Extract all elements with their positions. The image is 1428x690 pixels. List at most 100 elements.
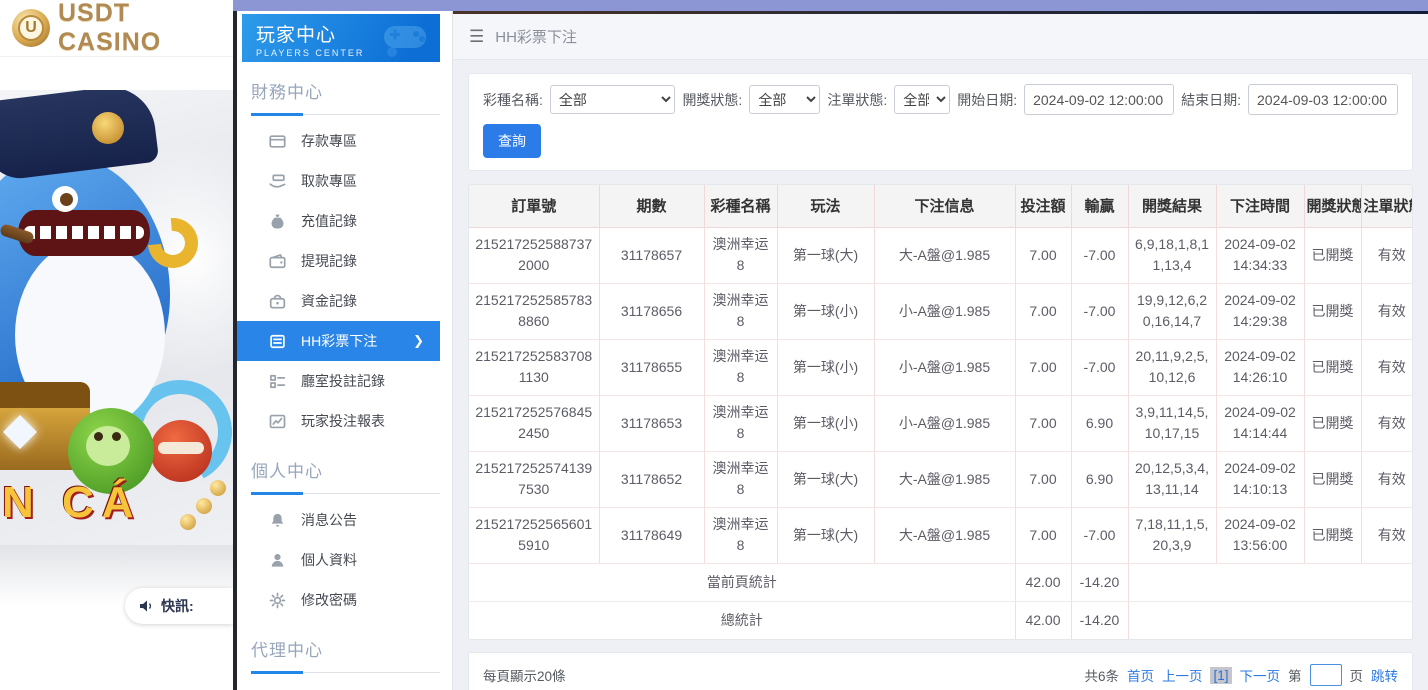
table-cell: 2152172525887372000 xyxy=(469,227,599,283)
report-chart-icon xyxy=(269,413,286,430)
ticker-label: 快訊: xyxy=(161,596,194,616)
sidebar-item-修改密碼[interactable]: 修改密碼 xyxy=(237,580,440,620)
sidebar-item-提現記錄[interactable]: 提現記錄 xyxy=(237,241,440,281)
sidebar-header: 玩家中心 PLAYERS CENTER xyxy=(242,14,440,62)
sidebar-item-label: 廳室投註記錄 xyxy=(301,371,385,391)
column-header: 訂單號 xyxy=(469,185,599,227)
column-header: 投注額 xyxy=(1015,185,1071,227)
table-header-row: 訂單號期數彩種名稱玩法下注信息投注額輸贏開獎結果下注時間開獎狀態注單狀態 xyxy=(469,185,1413,227)
prev-page-link[interactable]: 上一页 xyxy=(1162,665,1203,685)
table-cell: 6.90 xyxy=(1071,451,1128,507)
table-cell: 7.00 xyxy=(1015,395,1071,451)
jump-button[interactable]: 跳转 xyxy=(1371,665,1398,685)
sidebar-item-存款專區[interactable]: 存款專區 xyxy=(237,121,440,161)
table-cell: 有效 xyxy=(1361,395,1413,451)
table-cell: 澳洲幸运8 xyxy=(704,507,777,563)
table-cell: 2024-09-02 14:34:33 xyxy=(1216,227,1304,283)
table-cell: 已開獎 xyxy=(1304,395,1361,451)
column-header: 下注信息 xyxy=(874,185,1015,227)
bell-icon xyxy=(269,512,286,529)
table-cell: -7.00 xyxy=(1071,339,1128,395)
table-row: 215217252574139753031178652澳洲幸运8第一球(大)大-… xyxy=(469,451,1413,507)
sidebar-item-資金記錄[interactable]: 資金記錄 xyxy=(237,281,440,321)
samurai-band xyxy=(158,442,204,454)
table-cell: 6.90 xyxy=(1071,395,1128,451)
table-cell: 31178656 xyxy=(599,283,704,339)
table-cell: -7.00 xyxy=(1071,507,1128,563)
table-cell: 2024-09-02 13:56:00 xyxy=(1216,507,1304,563)
search-button[interactable]: 查詢 xyxy=(483,124,541,158)
start-date-label: 開始日期: xyxy=(957,90,1017,110)
table-cell: 澳洲幸运8 xyxy=(704,283,777,339)
start-date-input[interactable] xyxy=(1024,84,1174,115)
table-cell: 2152172525837081130 xyxy=(469,339,599,395)
gear-icon xyxy=(269,592,286,609)
lottery-name-select[interactable]: 全部 xyxy=(550,85,676,114)
table-cell: 20,12,5,3,4,13,11,14 xyxy=(1128,451,1216,507)
sidebar-item-取款專區[interactable]: 取款專區 xyxy=(237,161,440,201)
column-header: 輸贏 xyxy=(1071,185,1128,227)
table-cell: 2152172525656015910 xyxy=(469,507,599,563)
promo-image: N CÁ xyxy=(0,90,233,545)
sidebar-item-充值記錄[interactable]: 充值記錄 xyxy=(237,201,440,241)
next-page-link[interactable]: 下一页 xyxy=(1240,665,1281,685)
pagination-bar: 每頁顯示20條 共6条 首页 上一页 [1] 下一页 第 页 跳转 xyxy=(468,652,1413,690)
news-ticker[interactable]: 快訊: xyxy=(125,588,233,624)
table-cell: 2152172525857838860 xyxy=(469,283,599,339)
table-row: 215217252576845245031178653澳洲幸运8第一球(小)小-… xyxy=(469,395,1413,451)
bets-table-card: 訂單號期數彩種名稱玩法下注信息投注額輸贏開獎結果下注時間開獎狀態注單狀態 215… xyxy=(468,184,1413,640)
current-page-indicator: [1] xyxy=(1210,667,1231,684)
sidebar-item-個人資料[interactable]: 個人資料 xyxy=(237,540,440,580)
table-cell: 小-A盤@1.985 xyxy=(874,339,1015,395)
sidebar-item-廳室投註記錄[interactable]: 廳室投註記錄 xyxy=(237,361,440,401)
table-cell: 已開獎 xyxy=(1304,339,1361,395)
table-cell: 7.00 xyxy=(1015,227,1071,283)
lottery-book-icon xyxy=(269,333,286,350)
hamburger-menu-icon[interactable]: ☰ xyxy=(469,27,484,47)
sidebar-item-label: 存款專區 xyxy=(301,131,357,151)
section-divider xyxy=(251,493,440,494)
table-cell: 有效 xyxy=(1361,507,1413,563)
withdraw-hand-icon xyxy=(269,173,286,190)
summary-empty-cell xyxy=(1128,563,1413,601)
sidebar-item-代理規則說明[interactable]: 代理規則說明 xyxy=(237,679,440,690)
brand-name: USDT CASINO xyxy=(58,0,233,57)
first-page-link[interactable]: 首页 xyxy=(1127,665,1154,685)
sidebar-item-label: 提現記錄 xyxy=(301,251,357,271)
logo-bar: U USDT CASINO xyxy=(0,0,233,57)
turtle-eye xyxy=(112,432,121,441)
sidebar-item-玩家投注報表[interactable]: 玩家投注報表 xyxy=(237,401,440,441)
sidebar-item-消息公告[interactable]: 消息公告 xyxy=(237,500,440,540)
table-cell: 20,11,9,2,5,10,12,6 xyxy=(1128,339,1216,395)
table-cell: 2152172525741397530 xyxy=(469,451,599,507)
bets-table: 訂單號期數彩種名稱玩法下注信息投注額輸贏開獎結果下注時間開獎狀態注單狀態 215… xyxy=(469,185,1413,639)
table-cell: 第一球(小) xyxy=(777,339,874,395)
sidebar-item-HH彩票下注[interactable]: HH彩票下注❯ xyxy=(237,321,440,361)
summary-row: 當前頁統計42.00-14.20 xyxy=(469,563,1413,601)
table-cell: 第一球(大) xyxy=(777,507,874,563)
speaker-icon xyxy=(138,598,154,614)
column-header: 注單狀態 xyxy=(1361,185,1413,227)
summary-winloss-total: -14.20 xyxy=(1071,601,1128,639)
table-cell: 澳洲幸运8 xyxy=(704,227,777,283)
column-header: 玩法 xyxy=(777,185,874,227)
lottery-name-label: 彩種名稱: xyxy=(483,90,543,110)
top-strip xyxy=(233,0,1428,11)
gold-coin xyxy=(180,514,196,530)
table-cell: 已開獎 xyxy=(1304,451,1361,507)
draw-status-select[interactable]: 全部 xyxy=(749,85,820,114)
gamepad-icon xyxy=(378,18,432,58)
order-status-select[interactable]: 全部 xyxy=(894,85,950,114)
table-cell: -7.00 xyxy=(1071,227,1128,283)
table-cell: 已開獎 xyxy=(1304,227,1361,283)
summary-winloss-total: -14.20 xyxy=(1071,563,1128,601)
page-jump-input[interactable] xyxy=(1310,664,1342,686)
end-date-input[interactable] xyxy=(1248,84,1398,115)
turtle-face xyxy=(86,426,130,466)
page-header: ☰ HH彩票下注 xyxy=(453,14,1428,60)
coin-logo-icon: U xyxy=(12,9,50,47)
column-header: 彩種名稱 xyxy=(704,185,777,227)
jump-prefix-label: 第 xyxy=(1288,665,1302,685)
table-cell: 第一球(大) xyxy=(777,451,874,507)
table-cell: 第一球(大) xyxy=(777,227,874,283)
